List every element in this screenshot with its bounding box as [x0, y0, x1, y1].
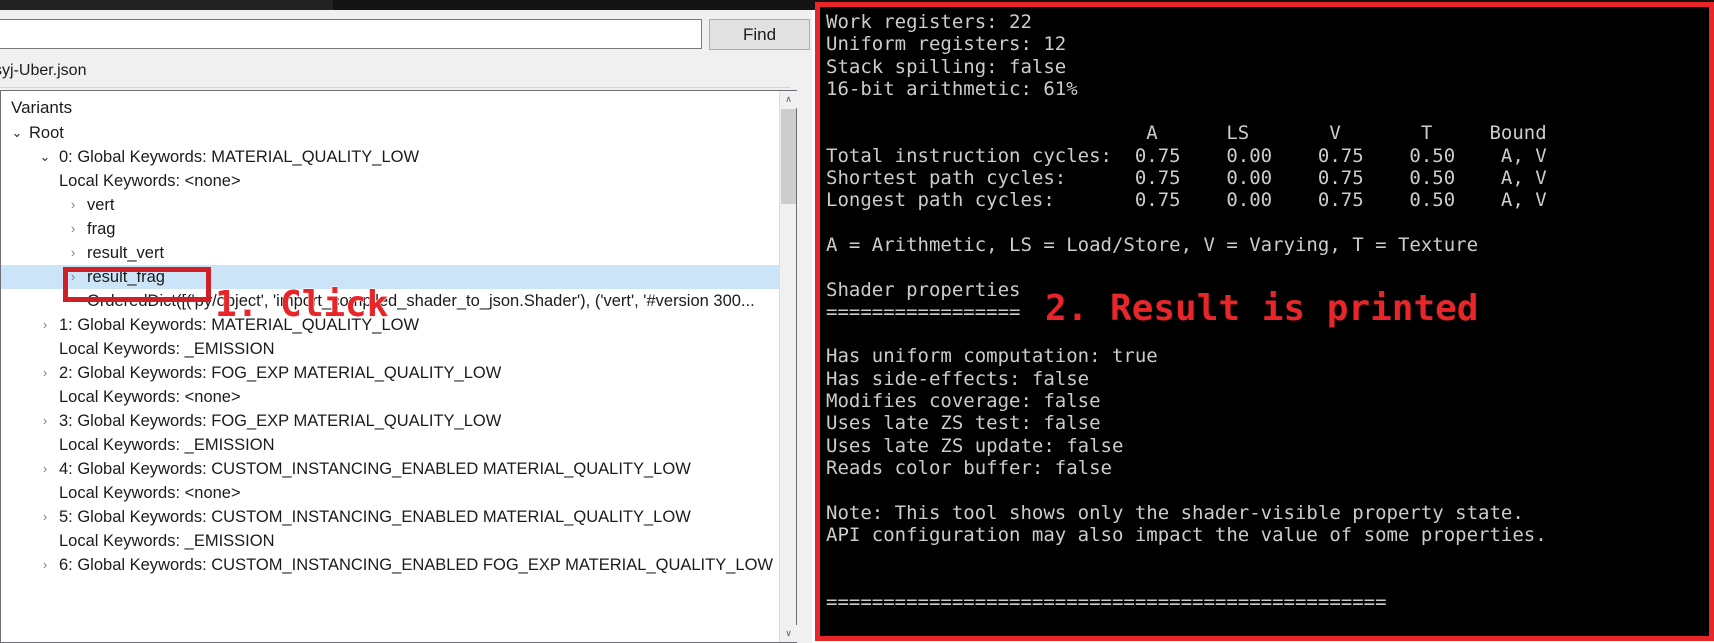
- tree-row-label: Root: [29, 124, 64, 142]
- file-tab-divider: [0, 87, 790, 88]
- chevron-down-icon[interactable]: ⌄: [37, 145, 53, 169]
- tree-row[interactable]: Local Keywords: _EMISSION: [1, 529, 781, 553]
- scroll-down-arrow-icon[interactable]: ∨: [780, 625, 797, 642]
- tree-row[interactable]: OrderedDict([('py/object', 'import_compi…: [1, 289, 781, 313]
- chevron-right-icon[interactable]: ›: [37, 361, 53, 385]
- terminal-line: =================: [826, 300, 1021, 323]
- terminal-line: Uniform registers: 12: [826, 33, 1067, 56]
- find-toolbar: Find: [0, 19, 812, 51]
- chevron-right-icon[interactable]: ›: [37, 553, 53, 577]
- screenshot-root: Find syj-Uber.json Variants ⌄ Root ⌄ 0: Glo…: [0, 0, 1714, 643]
- tree-row-label: result_vert: [87, 244, 165, 262]
- chevron-right-icon[interactable]: ›: [65, 193, 81, 217]
- chevron-right-icon[interactable]: ›: [65, 241, 81, 265]
- tree-row-label: Local Keywords: <none>: [59, 484, 241, 502]
- tree-row[interactable]: Local Keywords: _EMISSION: [1, 337, 781, 361]
- file-tab-bar: syj-Uber.json: [0, 62, 812, 92]
- tree-row-label: Local Keywords: _EMISSION: [59, 340, 275, 358]
- tree-row-label: OrderedDict([('py/object', 'import_compi…: [87, 292, 755, 310]
- terminal-output: Work registers: 22 Uniform registers: 12 S…: [820, 7, 1709, 636]
- terminal-line: Has side-effects: false: [826, 367, 1090, 390]
- tree-row[interactable]: › result_vert: [1, 241, 781, 265]
- json-viewer-window: Find syj-Uber.json Variants ⌄ Root ⌄ 0: Glo…: [0, 10, 812, 643]
- tree-row[interactable]: › 6: Global Keywords: CUSTOM_INSTANCING_E…: [1, 553, 781, 577]
- tree-row[interactable]: › vert: [1, 193, 781, 217]
- terminal-line: Stack spilling: false: [826, 55, 1067, 78]
- terminal-line: Modifies coverage: false: [826, 390, 1101, 413]
- search-input[interactable]: [0, 19, 702, 49]
- variants-tree-panel: Variants ⌄ Root ⌄ 0: Global Keywords: MATER…: [0, 90, 797, 643]
- tree-row[interactable]: › 2: Global Keywords: FOG_EXP MATERIAL_QU…: [1, 361, 781, 385]
- scroll-up-arrow-icon[interactable]: ∧: [780, 91, 797, 108]
- terminal-line: Reads color buffer: false: [826, 456, 1112, 479]
- tree-row[interactable]: › frag: [1, 217, 781, 241]
- tree-row-label: 0: Global Keywords: MATERIAL_QUALITY_LOW: [59, 148, 420, 166]
- tree-row-label: Local Keywords: <none>: [59, 172, 241, 190]
- title-bar-segment-left: [0, 0, 333, 10]
- tree-row-label: Local Keywords: <none>: [59, 388, 241, 406]
- variants-tree: ⌄ Root ⌄ 0: Global Keywords: MATERIAL_QUALI…: [1, 121, 781, 577]
- tree-row-label: frag: [87, 220, 116, 238]
- tree-row-label: 4: Global Keywords: CUSTOM_INSTANCING_EN…: [59, 460, 691, 478]
- chevron-right-icon[interactable]: ›: [37, 505, 53, 529]
- chevron-right-icon[interactable]: ›: [65, 265, 81, 289]
- tree-row[interactable]: › result_frag: [1, 265, 781, 289]
- tree-row-label: Local Keywords: _EMISSION: [59, 436, 275, 454]
- tree-row-label: result_frag: [87, 268, 165, 286]
- terminal-line: Longest path cycles: 0.75 0.00 0.75 0.50…: [826, 189, 1547, 212]
- tree-row[interactable]: › 3: Global Keywords: FOG_EXP MATERIAL_QU…: [1, 409, 781, 433]
- chevron-down-icon[interactable]: ⌄: [9, 121, 25, 145]
- tree-row[interactable]: › 5: Global Keywords: CUSTOM_INSTANCING_E…: [1, 505, 781, 529]
- tree-row[interactable]: › 1: Global Keywords: MATERIAL_QUALITY_LO…: [1, 313, 781, 337]
- tree-row-label: 2: Global Keywords: FOG_EXP MATERIAL_QUA…: [59, 364, 502, 382]
- tree-row[interactable]: › 4: Global Keywords: CUSTOM_INSTANCING_E…: [1, 457, 781, 481]
- terminal-line: Has uniform computation: true: [826, 345, 1158, 368]
- chevron-right-icon[interactable]: ›: [65, 217, 81, 241]
- tree-row[interactable]: Local Keywords: <none>: [1, 385, 781, 409]
- terminal-line: A LS V T Bound: [826, 122, 1547, 145]
- tree-row-label: 6: Global Keywords: CUSTOM_INSTANCING_EN…: [59, 556, 773, 574]
- terminal-line: Total instruction cycles: 0.75 0.00 0.75…: [826, 144, 1547, 167]
- chevron-right-icon[interactable]: ›: [37, 313, 53, 337]
- terminal-line: 16-bit arithmetic: 61%: [826, 77, 1078, 100]
- terminal-panel[interactable]: Work registers: 22 Uniform registers: 12 S…: [815, 2, 1714, 641]
- tree-row[interactable]: ⌄ 0: Global Keywords: MATERIAL_QUALITY_LO…: [1, 145, 781, 169]
- terminal-line: Shader properties: [826, 278, 1021, 301]
- tree-row-label: 5: Global Keywords: CUSTOM_INSTANCING_EN…: [59, 508, 691, 526]
- scrollbar-thumb[interactable]: [781, 109, 796, 204]
- terminal-line: Uses late ZS test: false: [826, 412, 1101, 435]
- terminal-line: Note: This tool shows only the shader-vi…: [826, 501, 1524, 524]
- chevron-right-icon[interactable]: ›: [37, 457, 53, 481]
- tree-row-label: 3: Global Keywords: FOG_EXP MATERIAL_QUA…: [59, 412, 502, 430]
- terminal-line: ========================================…: [826, 590, 1387, 613]
- tree-scrollbar[interactable]: ∧ ∨: [779, 91, 797, 642]
- terminal-line: Shortest path cycles: 0.75 0.00 0.75 0.5…: [826, 167, 1547, 190]
- tree-row[interactable]: Local Keywords: <none>: [1, 169, 781, 193]
- find-button[interactable]: Find: [709, 19, 810, 50]
- tree-row-label: 1: Global Keywords: MATERIAL_QUALITY_LOW: [59, 316, 420, 334]
- terminal-line: A = Arithmetic, LS = Load/Store, V = Var…: [826, 233, 1479, 256]
- terminal-line: Work registers: 22: [826, 11, 1032, 33]
- terminal-line: Uses late ZS update: false: [826, 434, 1124, 457]
- file-tab-label[interactable]: syj-Uber.json: [0, 62, 86, 80]
- tree-row-label: vert: [87, 196, 115, 214]
- tree-row[interactable]: ⌄ Root: [1, 121, 781, 145]
- tree-row-label: Local Keywords: _EMISSION: [59, 532, 275, 550]
- chevron-right-icon[interactable]: ›: [37, 409, 53, 433]
- tree-header-label: Variants: [11, 98, 73, 117]
- terminal-line: API configuration may also impact the va…: [826, 523, 1547, 546]
- tree-row[interactable]: Local Keywords: <none>: [1, 481, 781, 505]
- tree-row[interactable]: Local Keywords: _EMISSION: [1, 433, 781, 457]
